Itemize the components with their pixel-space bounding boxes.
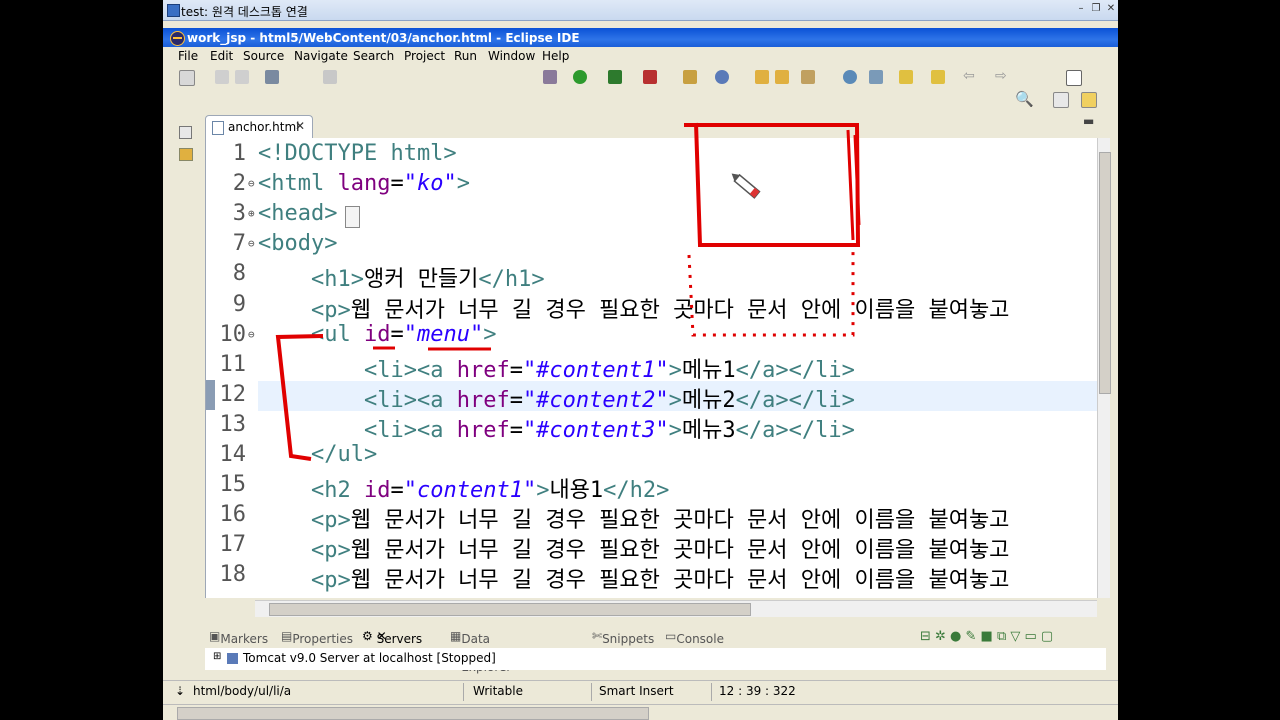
annotation-rectangle: [684, 122, 861, 247]
annotation-bracket: [275, 334, 324, 461]
annotation-dotted-box: [687, 250, 855, 337]
pen-annotations: [275, 122, 861, 461]
remote-desktop-screen: test: 원격 데스크톱 연결 – ❐ ✕ work_jsp - html5/…: [163, 0, 1118, 720]
pencil-icon: [731, 173, 761, 199]
annotation-underline: [373, 346, 491, 351]
